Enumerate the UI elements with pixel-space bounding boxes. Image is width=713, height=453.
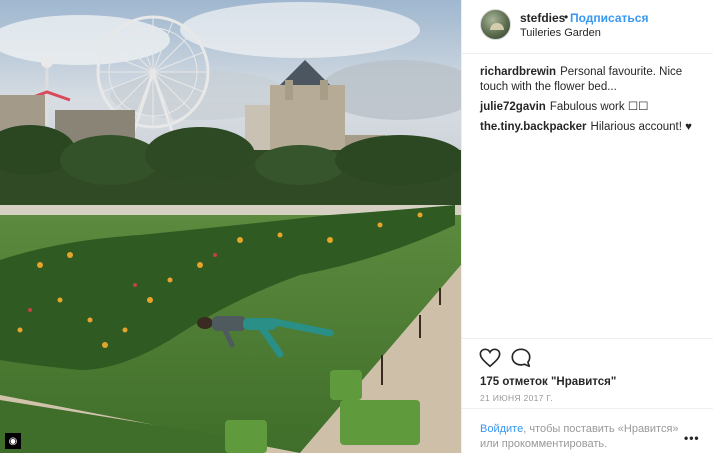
- instagram-logo-icon: ◉: [5, 433, 21, 449]
- avatar[interactable]: [480, 9, 511, 40]
- comments-list: richardbrewin Personal favourite. Nice to…: [480, 65, 702, 140]
- post-date: 21 ИЮНЯ 2017 Г.: [480, 393, 553, 403]
- more-options-icon[interactable]: •••: [684, 431, 700, 445]
- login-prompt-text: Войдите, чтобы поставить «Нравится» или …: [480, 422, 680, 452]
- comment-text: Fabulous work ☐☐: [549, 101, 649, 113]
- location-link[interactable]: Tuileries Garden: [520, 27, 601, 39]
- login-link[interactable]: Войдите: [480, 423, 523, 435]
- post-photo[interactable]: ◉: [0, 0, 461, 453]
- comment-author[interactable]: julie72gavin: [480, 101, 546, 113]
- comment-item: richardbrewin Personal favourite. Nice to…: [480, 65, 702, 95]
- heart-icon[interactable]: [479, 347, 501, 369]
- follow-button[interactable]: Подписаться: [570, 11, 648, 25]
- comment-item: the.tiny.backpacker Hilarious account! ♥: [480, 120, 702, 135]
- separator-dot: •: [564, 10, 569, 24]
- login-prompt: Войдите, чтобы поставить «Нравится» или …: [462, 408, 713, 453]
- comment-item: julie72gavin Fabulous work ☐☐: [480, 100, 702, 115]
- post-header: stefdies • Подписаться Tuileries Garden: [462, 0, 713, 54]
- comment-bubble-icon[interactable]: [510, 347, 532, 369]
- comment-author[interactable]: the.tiny.backpacker: [480, 121, 587, 133]
- likes-count[interactable]: 175 отметок "Нравится": [480, 376, 616, 388]
- post-side-panel: stefdies • Подписаться Tuileries Garden …: [461, 0, 713, 453]
- park-photo-illustration: [0, 0, 461, 453]
- comment-author[interactable]: richardbrewin: [480, 66, 556, 78]
- comment-text: Hilarious account! ♥: [590, 121, 692, 133]
- username-link[interactable]: stefdies: [520, 11, 565, 25]
